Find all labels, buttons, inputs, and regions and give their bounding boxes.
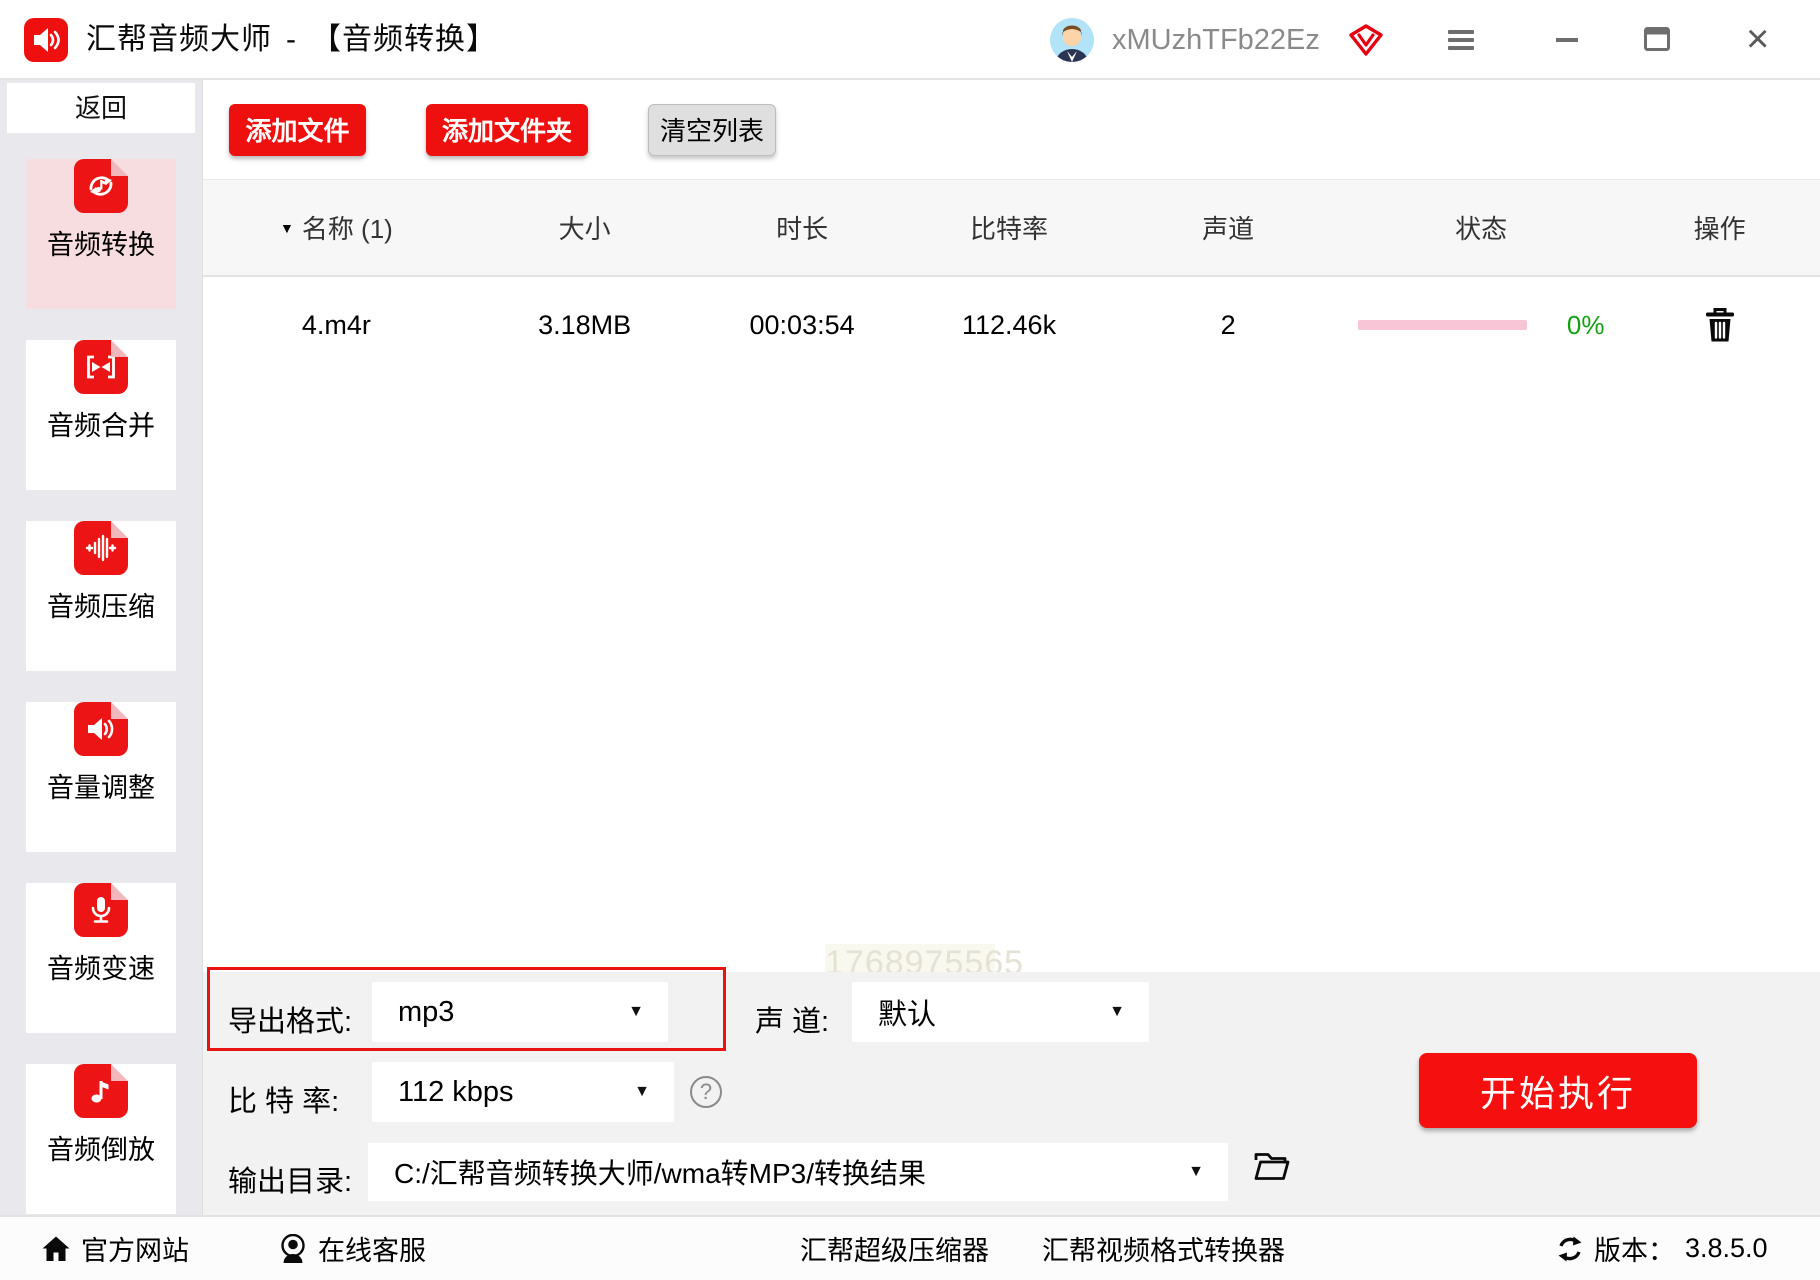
cell-file-size: 3.18MB — [538, 309, 632, 340]
cell-bitrate: 112.46k — [962, 309, 1057, 340]
sidebar: 返回 音频转换 音频合并 音频压缩 音量调整 音频变速 音频倒放 — [0, 80, 203, 1215]
sort-descending-icon[interactable]: ▼ — [280, 220, 294, 236]
vip-badge-icon[interactable] — [1348, 23, 1384, 57]
audio-merge-icon — [74, 340, 128, 394]
cell-status: 0% — [1343, 310, 1620, 341]
start-button[interactable]: 开始执行 — [1419, 1053, 1697, 1128]
table-row[interactable]: 4.m4r 3.18MB 00:03:54 112.46k 2 0% — [203, 277, 1820, 373]
version-label: 版本： — [1594, 1236, 1675, 1266]
menu-icon[interactable] — [1448, 30, 1474, 54]
customer-service-icon — [281, 1233, 305, 1263]
column-header-action: 操作 — [1693, 214, 1746, 244]
cell-file-name: 4.m4r — [301, 309, 371, 340]
home-icon — [42, 1236, 70, 1261]
column-header-name[interactable]: ▼ 名称 (1) — [203, 209, 470, 246]
video-converter-link[interactable]: 汇帮视频格式转换器 — [1042, 1217, 1285, 1280]
chevron-down-icon: ▼ — [1188, 1163, 1204, 1180]
official-site-link[interactable]: 官方网站 — [41, 1217, 189, 1280]
sidebar-item-label: 音频转换 — [47, 230, 155, 260]
audio-compress-icon — [74, 521, 128, 575]
chevron-down-icon: ▼ — [628, 1003, 644, 1020]
export-format-label: 导出格式: — [228, 1006, 353, 1038]
version-info: 版本： 3.8.5.0 — [1556, 1217, 1768, 1280]
online-support-link[interactable]: 在线客服 — [278, 1217, 426, 1280]
delete-row-trash-icon[interactable] — [1619, 306, 1820, 344]
add-file-button[interactable]: 添加文件 — [229, 103, 366, 156]
settings-panel: 导出格式: mp3 ▼ 声 道: 默认 ▼ 比 特 率: 112 kbps ▼ … — [203, 967, 1820, 1215]
sidebar-item-label: 音频倒放 — [47, 1135, 155, 1165]
status-bar: 官方网站 在线客服 汇帮超级压缩器 汇帮视频格式转换器 版本： 3.8.5.0 — [0, 1215, 1820, 1280]
sidebar-item-label: 音频变速 — [47, 954, 155, 984]
column-header-bitrate: 比特率 — [970, 214, 1049, 244]
sidebar-item-audio-reverse[interactable]: 音频倒放 — [26, 1064, 176, 1214]
column-header-channels: 声道 — [1202, 214, 1255, 244]
bitrate-label: 比 特 率: — [228, 1086, 340, 1118]
add-folder-button[interactable]: 添加文件夹 — [426, 103, 588, 156]
help-icon[interactable]: ? — [690, 1076, 722, 1108]
progress-percent-text: 0% — [1566, 309, 1605, 340]
bitrate-value: 112 kbps — [398, 1075, 514, 1108]
super-compressor-link[interactable]: 汇帮超级压缩器 — [800, 1217, 989, 1280]
sidebar-item-volume-adjust[interactable]: 音量调整 — [26, 702, 176, 852]
sidebar-item-label: 音频合并 — [47, 411, 155, 441]
toolbar: 添加文件 添加文件夹 清空列表 — [203, 80, 1820, 180]
audio-speed-icon — [74, 883, 128, 937]
minimize-button[interactable] — [1556, 38, 1578, 42]
export-format-dropdown[interactable]: mp3 ▼ — [372, 982, 668, 1042]
maximize-button[interactable] — [1644, 27, 1670, 51]
progress-bar — [1357, 320, 1527, 330]
channels-value: 默认 — [878, 999, 937, 1031]
sidebar-item-audio-compress[interactable]: 音频压缩 — [26, 521, 176, 671]
title-bar: 汇帮音频大师 - 【音频转换】 xMUzhTFb22Ez × — [0, 0, 1820, 80]
sidebar-item-audio-convert[interactable]: 音频转换 — [26, 159, 176, 309]
window-title-mode: 【音频转换】 — [311, 23, 497, 56]
chevron-down-icon: ▼ — [1109, 1003, 1125, 1020]
chevron-down-icon: ▼ — [634, 1083, 650, 1100]
output-dir-dropdown[interactable]: C:/汇帮音频转换大师/wma转MP3/转换结果 ▼ — [368, 1143, 1228, 1201]
bitrate-dropdown[interactable]: 112 kbps ▼ — [372, 1062, 674, 1122]
output-dir-value: C:/汇帮音频转换大师/wma转MP3/转换结果 — [394, 1158, 927, 1189]
sidebar-item-audio-merge[interactable]: 音频合并 — [26, 340, 176, 490]
channels-dropdown[interactable]: 默认 ▼ — [852, 982, 1149, 1042]
sidebar-item-audio-speed[interactable]: 音频变速 — [26, 883, 176, 1033]
user-avatar[interactable] — [1050, 18, 1094, 62]
file-table-header: ▼ 名称 (1) 大小 时长 比特率 声道 状态 操作 — [203, 180, 1820, 277]
column-header-status: 状态 — [1455, 214, 1508, 244]
audio-convert-icon — [74, 159, 128, 213]
window-title-app: 汇帮音频大师 — [86, 23, 272, 56]
volume-adjust-icon — [74, 702, 128, 756]
app-logo-speaker-icon — [24, 18, 68, 62]
audio-reverse-icon — [74, 1064, 128, 1118]
clear-list-button[interactable]: 清空列表 — [648, 103, 776, 156]
browse-folder-icon[interactable] — [1252, 1150, 1290, 1182]
export-format-value: mp3 — [398, 995, 455, 1028]
cell-channels: 2 — [1220, 309, 1236, 340]
window-title: 汇帮音频大师 - 【音频转换】 — [86, 0, 497, 80]
output-dir-label: 输出目录: — [228, 1166, 353, 1198]
window-title-separator: - — [286, 23, 297, 56]
channels-label: 声 道: — [755, 1006, 830, 1038]
column-header-size: 大小 — [558, 214, 611, 244]
back-button[interactable]: 返回 — [7, 83, 195, 133]
close-button[interactable]: × — [1746, 0, 1769, 78]
column-header-duration: 时长 — [776, 214, 829, 244]
sidebar-item-label: 音频压缩 — [47, 592, 155, 622]
username-text: xMUzhTFb22Ez — [1112, 24, 1320, 56]
cell-duration: 00:03:54 — [749, 309, 855, 340]
refresh-icon — [1558, 1236, 1582, 1261]
version-value: 3.8.5.0 — [1685, 1233, 1768, 1263]
sidebar-item-label: 音量调整 — [47, 773, 155, 803]
main-area: 添加文件 添加文件夹 清空列表 ▼ 名称 (1) 大小 时长 比特率 声道 状态… — [203, 80, 1820, 1215]
